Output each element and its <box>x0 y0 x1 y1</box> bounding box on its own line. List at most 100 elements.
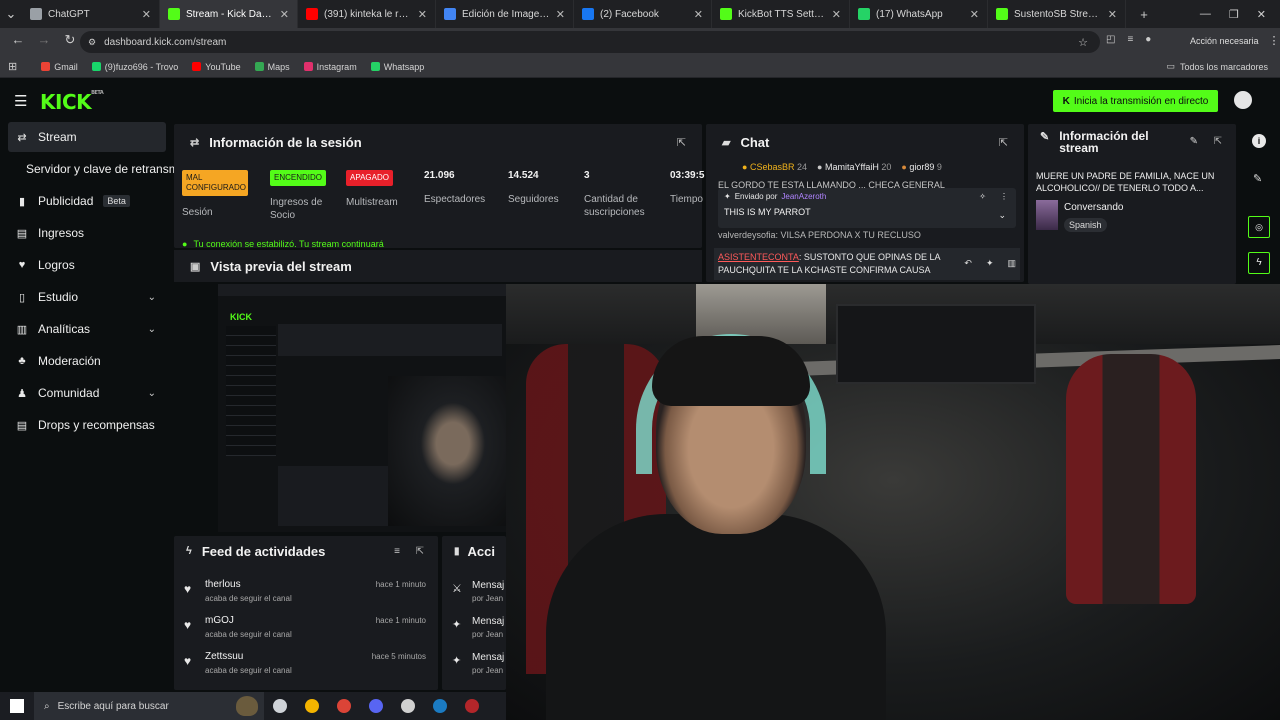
kick-header: ☰ KICKBETA K Inicia la transmisión en di… <box>0 80 1280 122</box>
go-live-button[interactable]: K Inicia la transmisión en directo <box>1053 90 1218 112</box>
tab-close-icon[interactable]: ✕ <box>280 8 289 21</box>
tab-close-icon[interactable]: ✕ <box>832 8 841 21</box>
new-tab-button[interactable]: + <box>1132 7 1156 22</box>
stat-label: Multistream <box>346 197 398 208</box>
pin-action-icon[interactable]: ✧ <box>979 192 986 201</box>
all-bookmarks[interactable]: ▭ Todos los marcadores <box>1166 61 1268 72</box>
edit-pen-icon[interactable]: ✎ <box>1253 172 1262 185</box>
preview-video[interactable]: KICK <box>218 284 506 532</box>
restore-icon[interactable]: ❐ <box>1229 8 1239 21</box>
analytics-icon: ▥ <box>16 323 28 336</box>
chat-username[interactable]: ASISTENTECONTA <box>718 252 799 262</box>
browser-tab[interactable]: Edición de Imagen: Delfin ✕ <box>436 0 574 28</box>
record-icon[interactable]: ◎ <box>1248 216 1270 238</box>
account-action[interactable]: Acción necesaria ⋮ <box>1190 34 1280 47</box>
top-chatter[interactable]: ● gior89 9 <box>901 162 942 172</box>
category-name[interactable]: Conversando <box>1064 202 1123 213</box>
browser-tab[interactable]: (2) Facebook ✕ <box>574 0 712 28</box>
chevron-down-icon[interactable]: ⌄ <box>148 324 156 335</box>
bookmark-item[interactable]: (9)fuzo696 - Trovo <box>91 62 178 72</box>
feed-popout-icon[interactable]: ⇱ <box>416 546 424 557</box>
forward-icon[interactable]: → <box>32 32 56 48</box>
feed-user[interactable]: therlous <box>205 579 241 590</box>
collapse-chevron-icon[interactable]: ⌄ <box>998 210 1006 221</box>
tab-close-icon[interactable]: ✕ <box>970 8 979 21</box>
sidebar-item[interactable]: ▯ Estudio ⌄ <box>8 282 166 312</box>
taskbar-search[interactable]: ⌕ Escribe aquí para buscar <box>34 692 264 720</box>
browser-tab[interactable]: SustentoSB Stream - Watch ✕ <box>988 0 1126 28</box>
bookmark-star-icon[interactable]: ☆ <box>1078 36 1088 49</box>
bookmark-item[interactable]: YouTube <box>192 62 241 72</box>
pinned-menu-icon[interactable]: ⋮ <box>1000 192 1008 201</box>
site-info-icon[interactable]: ⚙ <box>88 37 96 48</box>
sidebar-item[interactable]: Servidor y clave de retransmisión <box>8 154 203 184</box>
top-chatter[interactable]: ● CSebasBR 24 <box>742 162 807 172</box>
tab-close-icon[interactable]: ✕ <box>694 8 703 21</box>
hamburger-menu-icon[interactable]: ☰ <box>14 92 27 110</box>
browser-tab[interactable]: (391) kinteka le responde ✕ <box>298 0 436 28</box>
sidebar-item[interactable]: ▤ Ingresos <box>8 218 166 248</box>
apps-grid-icon[interactable]: ⊞ <box>8 60 17 73</box>
browser-tab[interactable]: (17) WhatsApp ✕ <box>850 0 988 28</box>
feed-user[interactable]: mGOJ <box>205 615 234 626</box>
top-chatter[interactable]: ● MamitaYffaiH 20 <box>817 162 891 172</box>
tab-close-icon[interactable]: ✕ <box>418 8 427 21</box>
browser-tab[interactable]: KickBot TTS Settings ✕ <box>712 0 850 28</box>
bookmark-favicon-icon <box>303 62 313 71</box>
popout-icon[interactable]: ⇱ <box>677 136 686 149</box>
sidebar-item[interactable]: ▤ Drops y recompensas <box>8 410 166 440</box>
filter-icon[interactable]: ≡ <box>394 546 400 557</box>
tab-search-icon[interactable]: ⌄ <box>0 6 22 22</box>
chrome-icon-2[interactable] <box>328 692 360 720</box>
sidebar-item[interactable]: ⇄ Stream <box>8 122 166 152</box>
user-avatar[interactable] <box>1232 89 1254 111</box>
pin-msg-icon[interactable]: ✦ <box>986 257 994 270</box>
pinned-message[interactable]: ✦ Enviado por JeanAzeroth ✧ ⋮ THIS IS MY… <box>718 188 1016 228</box>
profile-icon[interactable]: ● <box>1145 34 1151 45</box>
extension-icon[interactable]: ◰ <box>1106 34 1115 45</box>
reload-icon[interactable]: ↻ <box>58 32 82 48</box>
feed-user[interactable]: Zettssuu <box>205 651 243 662</box>
chevron-down-icon[interactable]: ⌄ <box>148 388 156 399</box>
chrome-icon[interactable] <box>296 692 328 720</box>
sidebar-item[interactable]: ♣ Moderación <box>8 346 166 376</box>
discord-icon[interactable] <box>360 692 392 720</box>
steam-icon[interactable] <box>424 692 456 720</box>
chat-highlight-message[interactable]: ASISTENTECONTA: SUSTONTO QUE OPINAS DE L… <box>714 248 1020 280</box>
windows-start-icon[interactable] <box>0 692 34 720</box>
url-bar[interactable]: ⚙ dashboard.kick.com/stream ☆ <box>80 31 1100 53</box>
bookmark-item[interactable]: Instagram <box>303 62 357 72</box>
delete-icon[interactable]: ▥ <box>1007 257 1016 270</box>
chat-popout-icon[interactable]: ⇱ <box>999 136 1008 149</box>
info-popout-icon[interactable]: ⇱ <box>1214 136 1222 147</box>
menu-dots-icon[interactable]: ⋮ <box>1269 34 1280 47</box>
back-icon[interactable]: ← <box>6 32 30 48</box>
bookmark-item[interactable]: Maps <box>254 62 290 72</box>
browser-tab[interactable]: Stream - Kick Dashboard ✕ <box>160 0 298 28</box>
browser-tab[interactable]: ChatGPT ✕ <box>22 0 160 28</box>
edit-icon[interactable]: ✎ <box>1190 136 1198 147</box>
obs-icon[interactable] <box>392 692 424 720</box>
sidebar-item[interactable]: ▮ Publicidad Beta <box>8 186 166 216</box>
minimize-icon[interactable]: — <box>1200 8 1211 20</box>
tab-close-icon[interactable]: ✕ <box>1108 8 1117 21</box>
stat-value: 3 <box>584 170 590 181</box>
feed-action: acaba de seguir el canal <box>205 666 292 675</box>
app-red-icon[interactable] <box>456 692 488 720</box>
lightning-icon[interactable]: ϟ <box>1248 252 1270 274</box>
reply-icon[interactable]: ↶ <box>964 257 972 270</box>
close-window-icon[interactable]: ✕ <box>1257 8 1266 21</box>
sidebar-item[interactable]: ♟ Comunidad ⌄ <box>8 378 166 408</box>
sidebar-item[interactable]: ♥ Logros <box>8 250 166 280</box>
kick-logo[interactable]: KICKBETA <box>40 90 104 114</box>
app-glyph <box>465 699 479 713</box>
tab-close-icon[interactable]: ✕ <box>142 8 151 21</box>
chevron-down-icon[interactable]: ⌄ <box>148 292 156 303</box>
task-view-icon[interactable] <box>264 692 296 720</box>
tab-close-icon[interactable]: ✕ <box>556 8 565 21</box>
info-circle-icon[interactable]: i <box>1252 134 1266 148</box>
sidebar-item[interactable]: ▥ Analíticas ⌄ <box>8 314 166 344</box>
bookmark-item[interactable]: Whatsapp <box>370 62 424 72</box>
bookmark-item[interactable]: Gmail <box>41 62 78 72</box>
media-icon[interactable]: ≡ <box>1127 34 1133 45</box>
